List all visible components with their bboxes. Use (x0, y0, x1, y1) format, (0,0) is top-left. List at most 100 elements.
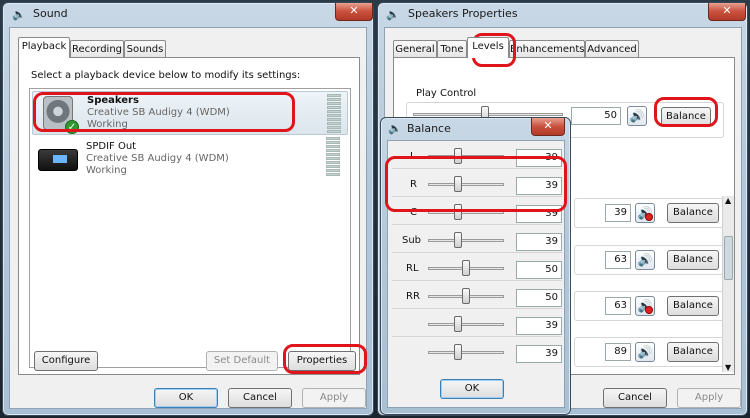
apply-button[interactable]: Apply (677, 388, 741, 408)
device-name: Speakers (87, 95, 139, 106)
channel-slider-thumb[interactable] (454, 176, 462, 192)
play-control-label: Play Control (416, 88, 477, 99)
tab-recording[interactable]: Recording (70, 40, 124, 58)
sound-window: 🔈 Sound ✕ Playback Recording Sounds Sele… (2, 2, 374, 416)
channel-slider[interactable] (428, 323, 504, 326)
sound-window-title: Sound (33, 7, 68, 20)
speaker-icon[interactable]: 🔊 (627, 106, 647, 126)
levels-scrollbar[interactable]: ▲ ▼ (722, 196, 734, 372)
apply-button[interactable]: Apply (302, 388, 366, 408)
channel-slider-thumb[interactable] (462, 260, 470, 276)
device-driver: Creative SB Audigy 4 (WDM) (87, 107, 230, 118)
sound-window-icon: 🔈 (12, 8, 26, 21)
cancel-button[interactable]: Cancel (603, 388, 667, 408)
tab-playback[interactable]: Playback (18, 37, 70, 58)
playback-panel: Select a playback device below to modify… (18, 57, 360, 375)
balance-button[interactable]: Balance (667, 296, 719, 316)
spdif-device-icon (38, 149, 78, 171)
play-control-value[interactable]: 50 (571, 107, 621, 125)
level-value[interactable]: 63 (605, 297, 631, 315)
tab-sounds[interactable]: Sounds (124, 40, 166, 58)
close-button[interactable]: ✕ (531, 118, 565, 136)
scroll-up-arrow-icon[interactable]: ▲ (725, 196, 731, 205)
channel-row: 39 (392, 343, 562, 365)
balance-client: L 39 R 39 C 39 Sub 39 RL 50 RR 50 39 39 … (387, 140, 565, 408)
speakers-window-icon: 🔈 (386, 8, 400, 21)
balance-button[interactable]: Balance (661, 107, 711, 127)
channel-value[interactable]: 50 (516, 289, 562, 307)
close-button[interactable]: ✕ (708, 3, 746, 21)
channel-value[interactable]: 39 (516, 205, 562, 223)
level-value[interactable]: 89 (605, 343, 631, 361)
tab-enhancements[interactable]: Enhancements (509, 40, 585, 58)
channel-slider[interactable] (428, 211, 504, 214)
level-row: 63 🔊 Balance (574, 245, 724, 275)
channel-row-sub: Sub 39 (392, 231, 562, 253)
level-value[interactable]: 39 (605, 204, 631, 222)
scrollbar-thumb[interactable] (724, 236, 733, 280)
instruction-text: Select a playback device below to modify… (31, 70, 301, 81)
set-default-button[interactable]: Set Default (206, 351, 278, 371)
device-status: Working (87, 119, 128, 130)
channel-slider-thumb[interactable] (454, 232, 462, 248)
balance-button[interactable]: Balance (667, 250, 719, 270)
speaker-icon[interactable]: 🔊 (635, 250, 655, 270)
channel-value[interactable]: 39 (516, 177, 562, 195)
cancel-button[interactable]: Cancel (228, 388, 292, 408)
channel-row-rl: RL 50 (392, 259, 562, 281)
channel-value[interactable]: 39 (516, 149, 562, 167)
scroll-down-arrow-icon[interactable]: ▼ (725, 363, 731, 372)
properties-button[interactable]: Properties (288, 351, 356, 371)
balance-button[interactable]: Balance (667, 203, 719, 223)
level-row: 63 🔊 Balance (574, 291, 724, 321)
channel-slider[interactable] (428, 183, 504, 186)
ok-button[interactable]: OK (154, 388, 218, 408)
channel-slider[interactable] (428, 239, 504, 242)
device-driver: Creative SB Audigy 4 (WDM) (86, 153, 229, 164)
channel-slider[interactable] (428, 155, 504, 158)
channel-value[interactable]: 39 (516, 233, 562, 251)
channel-list: L 39 R 39 C 39 Sub 39 RL 50 RR 50 39 39 (388, 141, 564, 371)
balance-dialog: 🔈 Balance ✕ L 39 R 39 C 39 Sub 39 RL 50 … (380, 117, 571, 415)
speaker-muted-icon[interactable]: 🔊 (635, 203, 655, 223)
channel-slider-thumb[interactable] (454, 316, 462, 332)
device-status: Working (86, 165, 127, 176)
speaker-muted-icon[interactable]: 🔊 (635, 296, 655, 316)
balance-dialog-title: Balance (407, 122, 451, 135)
channel-slider-thumb[interactable] (462, 288, 470, 304)
configure-button[interactable]: Configure (34, 351, 98, 371)
channel-value[interactable]: 50 (516, 261, 562, 279)
channel-label: R (410, 179, 417, 190)
channel-value[interactable]: 39 (516, 345, 562, 363)
channel-label: L (410, 151, 416, 162)
sound-client: Playback Recording Sounds Select a playb… (9, 27, 367, 409)
channel-slider[interactable] (428, 351, 504, 354)
device-item-speakers[interactable]: ✓ Speakers Creative SB Audigy 4 (WDM) Wo… (32, 91, 348, 135)
balance-button[interactable]: Balance (667, 342, 719, 362)
channel-value[interactable]: 39 (516, 317, 562, 335)
tab-tone[interactable]: Tone (437, 40, 467, 58)
channel-row-r: R 39 (392, 175, 562, 197)
ok-button[interactable]: OK (440, 379, 504, 399)
channel-slider-thumb[interactable] (454, 204, 462, 220)
channel-label: RL (406, 263, 419, 274)
level-meter (327, 94, 341, 134)
channel-slider-thumb[interactable] (454, 344, 462, 360)
speaker-icon[interactable]: 🔊 (635, 342, 655, 362)
tab-general[interactable]: General (393, 40, 437, 58)
default-device-check-icon: ✓ (65, 120, 79, 134)
level-value[interactable]: 63 (605, 251, 631, 269)
channel-row: 39 (392, 315, 562, 337)
tab-advanced[interactable]: Advanced (585, 40, 639, 58)
level-meter (326, 137, 340, 177)
device-name: SPDIF Out (86, 141, 137, 152)
channel-label: Sub (402, 235, 422, 246)
spdif-display-icon (53, 155, 67, 163)
level-row: 89 🔊 Balance (574, 337, 724, 367)
close-button[interactable]: ✕ (335, 3, 373, 21)
channel-label: C (410, 207, 417, 218)
tab-levels[interactable]: Levels (467, 37, 509, 58)
device-item-spdif[interactable]: SPDIF Out Creative SB Audigy 4 (WDM) Wor… (32, 137, 348, 183)
speakers-window-title: Speakers Properties (408, 7, 518, 20)
channel-slider-thumb[interactable] (454, 148, 462, 164)
